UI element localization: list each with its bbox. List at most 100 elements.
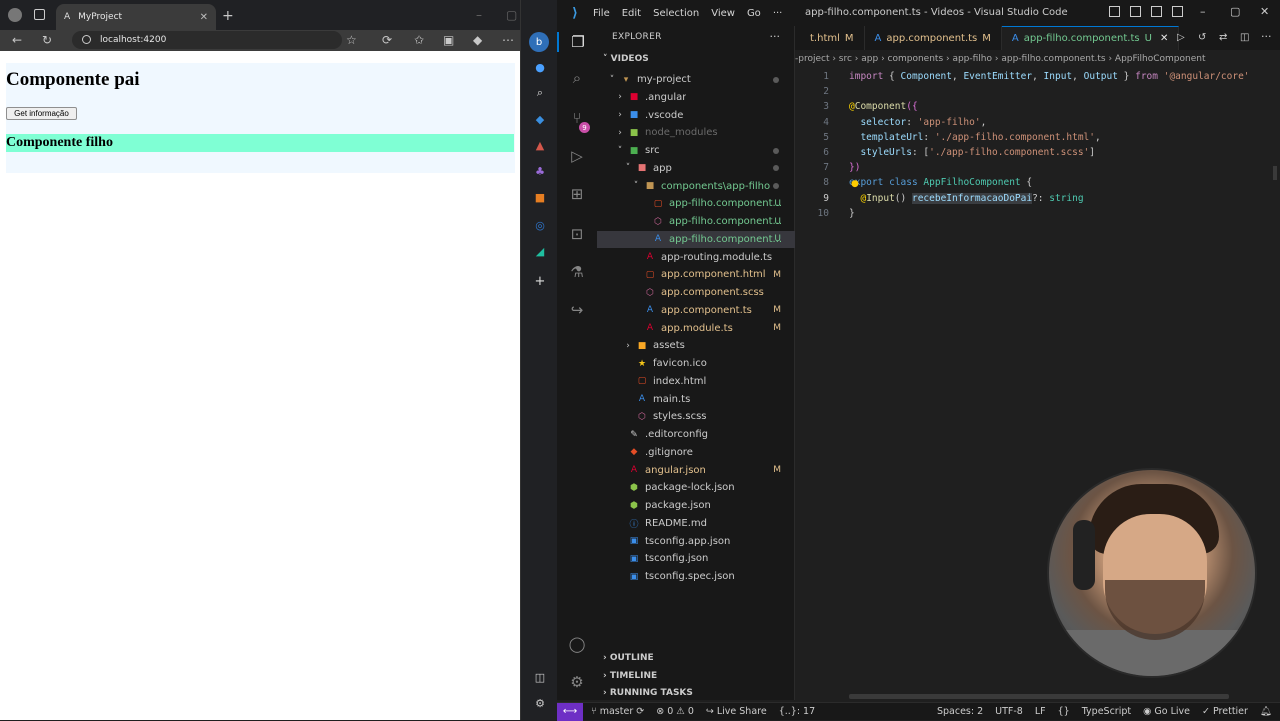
editor-tab[interactable]: t.html M (795, 26, 865, 50)
running-tasks-section[interactable]: › RUNNING TASKS (603, 688, 693, 698)
toggle-secondary-sidebar-icon[interactable] (1151, 6, 1162, 17)
sync-icon[interactable]: ⟳ (382, 33, 392, 47)
tree-file[interactable]: ★ favicon.ico (597, 355, 795, 372)
outline-section[interactable]: › OUTLINE (603, 653, 654, 663)
refresh-icon[interactable]: ↻ (42, 33, 52, 47)
menu-more[interactable]: ··· (773, 8, 783, 19)
live-share-icon[interactable]: ↪ (567, 300, 587, 320)
tree-file[interactable]: Aangular.json M (597, 462, 795, 479)
minimize-icon[interactable]: – (1200, 5, 1206, 18)
tree-file[interactable]: Aapp-filho.component... U (597, 230, 795, 248)
tree-file[interactable]: ▣ tsconfig.json (597, 550, 795, 567)
get-info-button[interactable]: Get informação (6, 107, 77, 120)
tree-folder[interactable]: › ■ node_modules (597, 124, 795, 141)
toggle-panel-icon[interactable] (1130, 6, 1141, 17)
sidebar-toggle-icon[interactable]: ◫ (531, 670, 549, 684)
problems-status[interactable]: ⊗ 0 ⚠ 0 (656, 706, 694, 717)
run-icon[interactable]: ▷ (1177, 32, 1185, 43)
close-icon[interactable]: ✕ (200, 12, 208, 23)
shopping-icon[interactable]: ◆ (531, 112, 549, 126)
accounts-icon[interactable]: ◯ (567, 634, 587, 654)
collections-icon[interactable]: ▣ (443, 33, 454, 47)
tree-file[interactable]: ▣ tsconfig.app.json (597, 533, 795, 550)
language-braces[interactable]: {} (1058, 706, 1070, 717)
minimize-icon[interactable]: – (476, 8, 482, 22)
run-debug-icon[interactable]: ▷ (567, 146, 587, 166)
branch-status[interactable]: ⑂ master ⟳ (591, 706, 644, 717)
explorer-icon[interactable]: ❐ (557, 32, 597, 52)
tree-file[interactable]: ⬡ styles.scss (597, 408, 795, 425)
remote-indicator-icon[interactable]: ⟷ (557, 702, 583, 721)
maximize-icon[interactable]: ▢ (1230, 5, 1240, 18)
remote-explorer-icon[interactable]: ⊡ (567, 224, 587, 244)
live-share-status[interactable]: ↪ Live Share (706, 706, 767, 717)
menu-edit[interactable]: Edit (622, 8, 641, 19)
indentation-status[interactable]: Spaces: 2 (937, 706, 983, 717)
history-icon[interactable]: ↺ (1198, 32, 1206, 43)
tree-file[interactable]: ▢ index.html (597, 373, 795, 390)
layout-icon[interactable] (1172, 6, 1183, 17)
site-info-icon[interactable] (82, 35, 91, 44)
browser-tab[interactable]: A MyProject ✕ (56, 4, 216, 30)
search-icon[interactable]: ⌕ (531, 86, 549, 100)
go-live-status[interactable]: ◉ Go Live (1143, 706, 1190, 717)
menu-selection[interactable]: Selection (653, 8, 699, 19)
notifications-icon[interactable]: 🔔︎ (1260, 706, 1272, 717)
profile-icon[interactable] (8, 8, 22, 22)
tree-file[interactable]: Aapp.module.ts M (597, 320, 795, 337)
editor-more-icon[interactable]: ··· (1261, 30, 1272, 43)
outlook-icon[interactable]: ◎ (531, 218, 549, 232)
menu-go[interactable]: Go (747, 8, 761, 19)
split-editor-icon[interactable]: ◫ (1240, 32, 1249, 43)
tree-file[interactable]: ⬡ app.component.scss (597, 284, 795, 301)
bing-icon[interactable]: ◢ (531, 244, 549, 258)
favorites-icon[interactable]: ✩ (414, 33, 424, 47)
compare-icon[interactable]: ⇄ (1219, 32, 1227, 43)
tree-folder[interactable]: › ■ assets (597, 337, 795, 354)
settings-icon[interactable]: ⚙ (531, 696, 549, 710)
eol-status[interactable]: LF (1035, 706, 1046, 717)
code-editor[interactable]: 1 import { Component, EventEmitter, Input… (795, 69, 1280, 221)
tree-file[interactable]: ✎ .editorconfig (597, 426, 795, 443)
tools-icon[interactable]: ▲ (531, 138, 549, 152)
games-icon[interactable]: ♣ (531, 164, 549, 178)
tree-file[interactable]: ◆ .gitignore (597, 444, 795, 461)
tree-folder[interactable]: › ■ .angular (597, 89, 795, 106)
discover-icon[interactable]: ● (531, 60, 549, 74)
tree-folder[interactable]: ˅ ▾ my-project (597, 71, 795, 88)
menu-view[interactable]: View (711, 8, 735, 19)
editor-tab[interactable]: Aapp-filho.component.ts U ✕ (1001, 26, 1180, 50)
tree-file[interactable]: Amain.ts (597, 391, 795, 408)
close-icon[interactable]: ✕ (1260, 5, 1269, 18)
close-icon[interactable]: ✕ (1160, 33, 1168, 44)
tree-file[interactable]: ▢ app.component.html M (597, 266, 795, 283)
more-icon[interactable]: ⋯ (502, 33, 514, 47)
tab-actions-icon[interactable] (34, 9, 45, 20)
testing-icon[interactable]: ⚗ (567, 262, 587, 282)
favorite-star-icon[interactable]: ☆ (346, 33, 357, 47)
tree-file[interactable]: ▢ app-filho.component... U (597, 195, 795, 212)
encoding-status[interactable]: UTF-8 (995, 706, 1023, 717)
office-icon[interactable]: ■ (531, 190, 549, 204)
extensions-icon[interactable]: ◆ (473, 33, 482, 47)
language-mode[interactable]: TypeScript (1082, 706, 1131, 717)
tree-file[interactable]: ⬢ package.json (597, 497, 795, 514)
cursor-position[interactable]: {..}: 17 (779, 706, 815, 717)
tree-file[interactable]: ⓘ README.md (597, 515, 795, 532)
add-icon[interactable]: + (531, 274, 549, 289)
new-tab-icon[interactable]: + (222, 8, 234, 24)
lightbulb-icon[interactable]: ● (851, 179, 859, 189)
tree-folder[interactable]: ˅ ■ app (597, 160, 795, 177)
editor-tab[interactable]: Aapp.component.ts M (865, 26, 1002, 50)
search-icon[interactable]: ⌕ (567, 68, 587, 88)
tree-file[interactable]: Aapp.component.ts M (597, 302, 795, 319)
tree-folder[interactable]: ˅ ■ src (597, 142, 795, 159)
copilot-icon[interactable]: b (529, 32, 549, 52)
breadcrumb[interactable]: -project › src › app › components › app-… (795, 54, 1206, 68)
timeline-section[interactable]: › TIMELINE (603, 671, 657, 681)
extensions-icon[interactable]: ⊞ (567, 184, 587, 204)
tree-folder[interactable]: › ■ .vscode (597, 107, 795, 124)
url-field[interactable]: localhost:4200 (72, 31, 342, 49)
menu-file[interactable]: File (593, 8, 610, 19)
toggle-sidebar-icon[interactable] (1109, 6, 1120, 17)
